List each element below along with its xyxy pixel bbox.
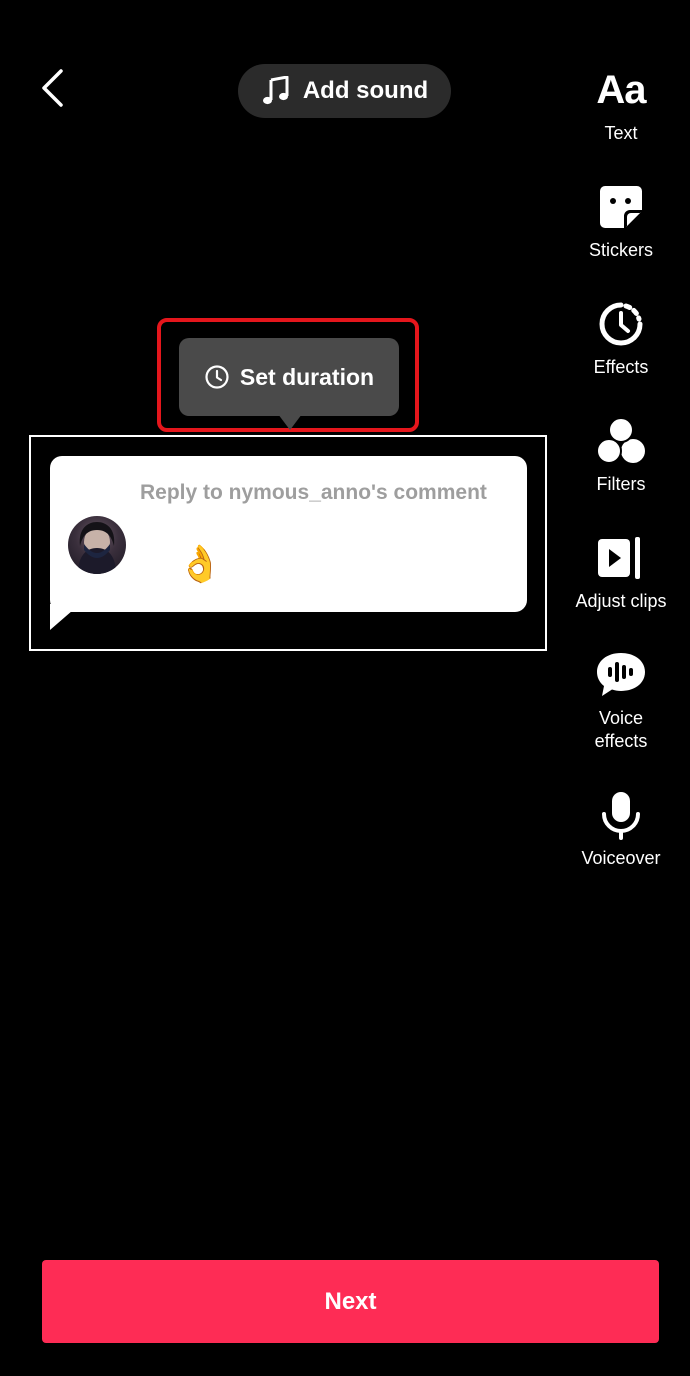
toolbar-item-adjust-clips[interactable]: Adjust clips [560,530,682,613]
back-button[interactable] [28,62,76,114]
toolbar-item-filters[interactable]: Filters [560,413,682,496]
add-sound-label: Add sound [302,77,429,104]
toolbar-item-voice-effects[interactable]: Voice effects [560,647,682,753]
next-button[interactable]: Next [42,1260,659,1343]
toolbar-item-effects[interactable]: Effects [560,296,682,379]
toolbar-item-label: Filters [596,474,646,494]
sticker-icon [591,179,651,235]
filters-icon [591,413,651,469]
reply-emojis: 😎👌 [140,544,223,585]
toolbar-item-label: Stickers [588,240,653,260]
music-note-icon [262,76,289,105]
clock-icon [205,365,229,389]
toolbar-item-label: Effects [593,357,649,377]
toolbar-item-label: Voiceover [581,848,661,868]
popup-pointer [278,414,302,430]
toolbar-item-voiceover[interactable]: Voiceover [560,787,682,870]
text-icon: Aa [596,67,646,112]
toolbar-item-text[interactable]: Aa Text [560,62,682,145]
avatar [68,516,126,574]
chevron-left-icon [42,69,63,107]
add-sound-button[interactable]: Add sound [238,64,451,118]
voice-effects-icon [591,647,651,703]
next-label: Next [324,1287,377,1315]
effects-timer-icon [591,296,651,352]
set-duration-label: Set duration [239,363,375,390]
adjust-clips-icon [591,530,651,586]
set-duration-button[interactable]: Set duration [179,338,399,416]
toolbar-item-label: Adjust clips [575,591,667,611]
reply-title: Reply to nymous_anno's comment [140,481,487,504]
reply-sticker-tail [50,604,80,630]
toolbar-item-label: Text [604,123,638,143]
toolbar-item-stickers[interactable]: Stickers [560,179,682,262]
microphone-icon [591,787,651,843]
toolbar-item-label: Voice effects [594,708,648,751]
